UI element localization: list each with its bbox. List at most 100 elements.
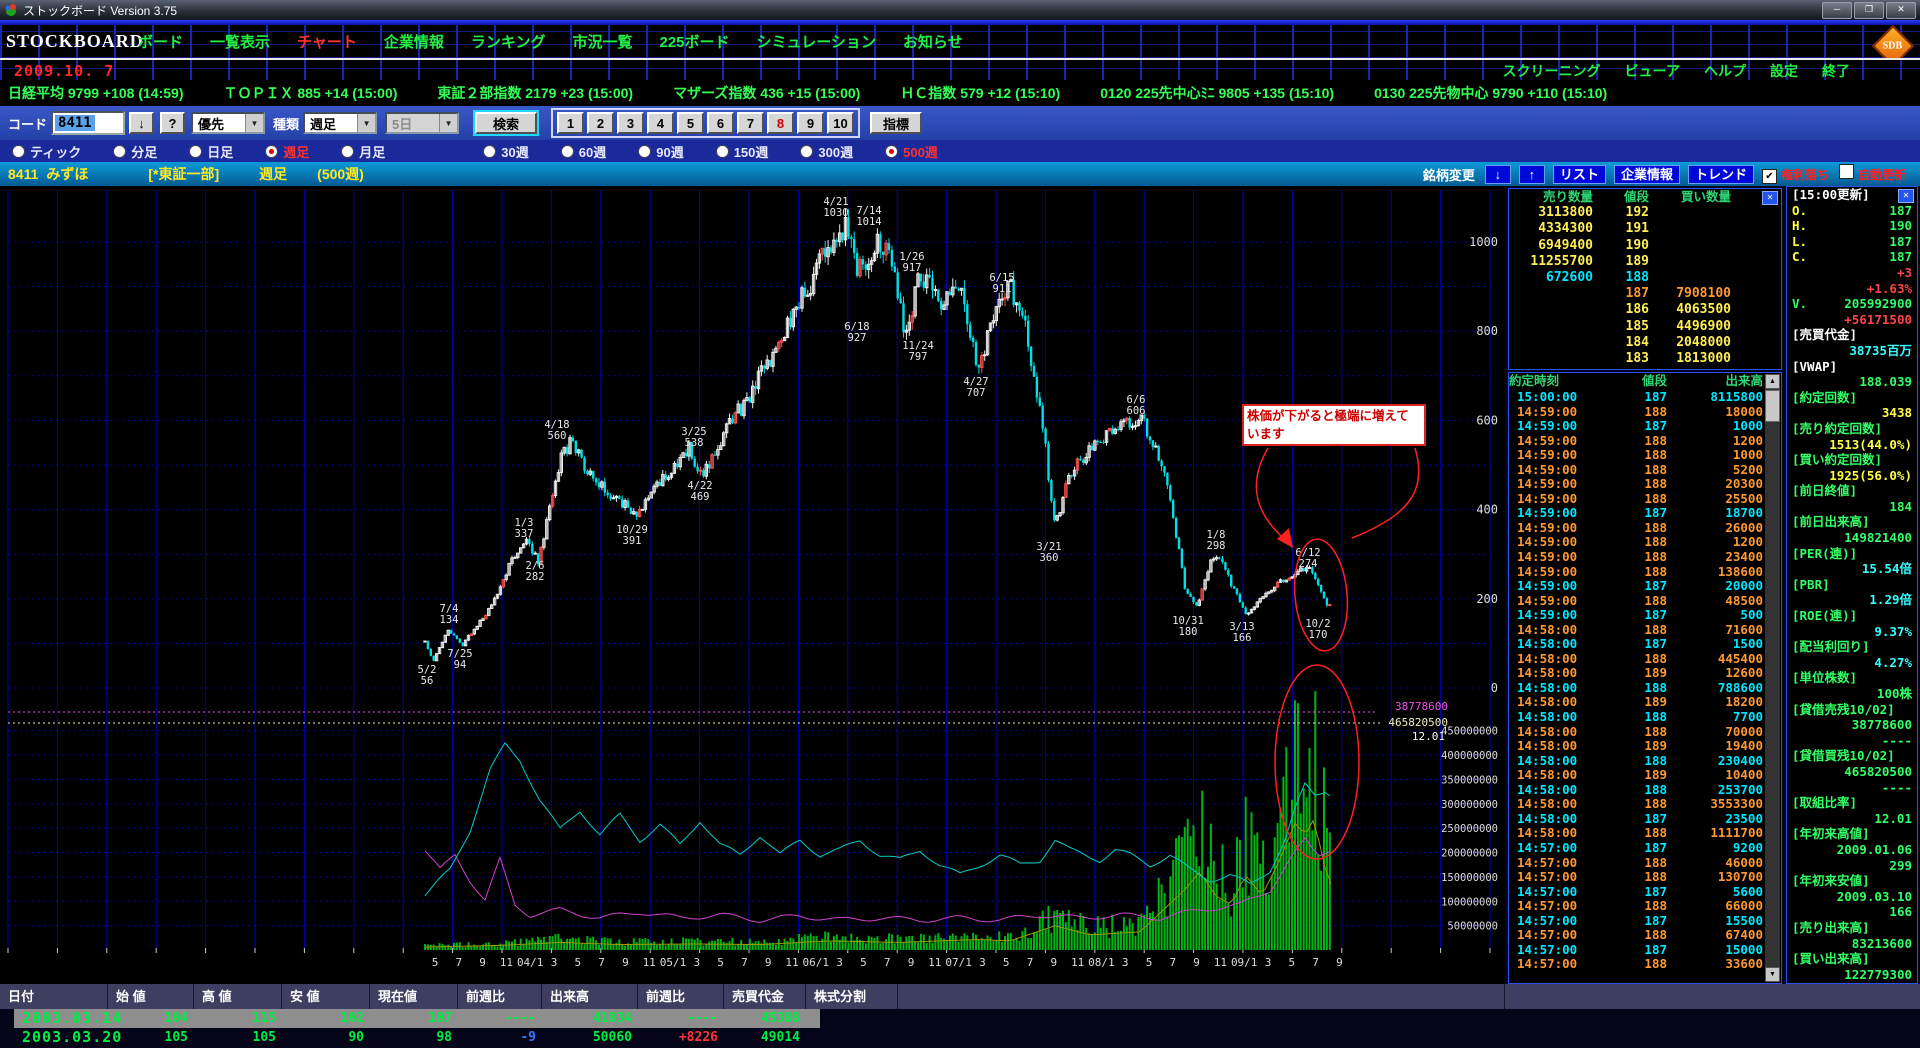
menu-item-screening[interactable]: スクリーニング <box>1503 61 1601 81</box>
tick-volume: 66000 <box>1667 899 1763 914</box>
chart-slot-button-7[interactable]: 7 <box>737 112 764 134</box>
period-radio-tick[interactable]: ティック <box>12 142 81 161</box>
search-button[interactable]: 検索 <box>475 112 537 134</box>
period-label: 300週 <box>818 142 853 161</box>
menu-item-chart[interactable]: チャート <box>297 31 357 52</box>
list-button[interactable]: リスト <box>1553 165 1606 184</box>
period-radio-w300[interactable]: 300週 <box>800 142 853 161</box>
trend-button[interactable]: トレンド <box>1688 165 1754 184</box>
chart-slot-button-6[interactable]: 6 <box>707 112 734 134</box>
priority-select[interactable]: 優先 ▼ <box>191 112 265 134</box>
stat-line-16: 1513(44.0%) <box>1787 437 1917 453</box>
stat-line-2: H.190 <box>1787 218 1917 234</box>
chart-slot-button-2[interactable]: 2 <box>587 112 614 134</box>
ask-price: 189 <box>1595 254 1665 270</box>
code-input[interactable]: 8411 <box>51 111 125 135</box>
tick-time: 14:58:00 <box>1509 637 1601 652</box>
scroll-down-icon[interactable]: ▼ <box>1765 967 1780 982</box>
chart-slot-button-5[interactable]: 5 <box>677 112 704 134</box>
tick-price: 188 <box>1601 448 1667 463</box>
svg-text:2/6282: 2/6282 <box>526 560 545 583</box>
ask-qty: 6949400 <box>1509 238 1595 254</box>
svg-text:800: 800 <box>1476 324 1498 338</box>
svg-text:400000000: 400000000 <box>1441 750 1498 762</box>
menu-item-help[interactable]: ヘルプ <box>1704 61 1746 81</box>
auto-update-checkbox[interactable] <box>1839 164 1854 179</box>
index-ticker: 日経平均 9799 +108 (14:59)ＴＯＰＩＸ 885 +14 (15:… <box>0 80 1920 106</box>
menu-item-settings[interactable]: 設定 <box>1770 61 1798 81</box>
column-header: 日付 <box>0 984 108 1009</box>
indicator-button[interactable]: 指標 <box>870 112 922 134</box>
main-area: 1000800600400200045000000040000000035000… <box>0 186 1920 984</box>
chart-slot-button-1[interactable]: 1 <box>557 112 584 134</box>
stat-value: 83213600 <box>1852 936 1912 952</box>
close-icon[interactable]: ✕ <box>1762 191 1778 205</box>
chart-slot-button-3[interactable]: 3 <box>617 112 644 134</box>
radio-icon <box>341 145 354 158</box>
tick-row: 14:59:0018823400 <box>1509 550 1781 565</box>
svg-text:7: 7 <box>1312 956 1319 969</box>
tick-scrollbar[interactable]: ▲ ▼ <box>1765 374 1780 982</box>
table-cell: 105 <box>208 1028 296 1047</box>
period-radio-w30[interactable]: 30週 <box>483 142 528 161</box>
number-buttons: 12345678910 <box>551 108 860 138</box>
svg-text:4/18560: 4/18560 <box>544 419 569 442</box>
tick-price: 188 <box>1601 623 1667 638</box>
chart-slot-button-10[interactable]: 10 <box>827 112 854 134</box>
tick-time: 14:59:00 <box>1509 492 1601 507</box>
company-info-button[interactable]: 企業情報 <box>1614 165 1680 184</box>
tick-time: 14:59:00 <box>1509 521 1601 536</box>
maximize-button[interactable]: ❐ <box>1854 2 1884 19</box>
symbol-down-button[interactable]: ↓ <box>1485 165 1511 184</box>
tick-time: 14:59:00 <box>1509 419 1601 434</box>
period-select[interactable]: 週足 ▼ <box>303 112 377 134</box>
period-radio-w150[interactable]: 150週 <box>716 142 769 161</box>
ask-price: 190 <box>1595 238 1665 254</box>
period-radio-minute[interactable]: 分足 <box>113 142 157 161</box>
close-button[interactable]: ✕ <box>1886 2 1916 19</box>
svg-text:11: 11 <box>1214 956 1227 969</box>
chart-slot-button-8[interactable]: 8 <box>767 112 794 134</box>
svg-text:11: 11 <box>928 956 941 969</box>
period-radio-monthly[interactable]: 月足 <box>341 142 385 161</box>
period-radio-weekly[interactable]: 週足 <box>265 142 309 161</box>
tick-price: 188 <box>1601 710 1667 725</box>
ex-rights-checkbox[interactable]: ✔ <box>1762 169 1777 184</box>
order-book-body: 売り数量値段買い数量311380019243343001916949400190… <box>1509 189 1781 367</box>
tick-row: 14:59:00188138600 <box>1509 565 1781 580</box>
table-row[interactable]: 2003.03.201051059098-950060+822649014 <box>0 1028 1920 1047</box>
period-radio-w500[interactable]: 500週 <box>885 142 938 161</box>
stat-line-8: +56171500 <box>1787 312 1917 328</box>
symbol-up-button[interactable]: ↑ <box>1519 165 1545 184</box>
period-radio-w90[interactable]: 90週 <box>638 142 683 161</box>
svg-text:07/1: 07/1 <box>945 956 972 969</box>
scroll-thumb[interactable] <box>1765 390 1780 422</box>
menu-item-viewer[interactable]: ビューア <box>1625 61 1680 81</box>
chart-slot-button-9[interactable]: 9 <box>797 112 824 134</box>
close-icon[interactable]: ✕ <box>1898 189 1914 203</box>
menu-item-simulation[interactable]: シミュレーション <box>757 31 876 52</box>
chart-slot-button-4[interactable]: 4 <box>647 112 674 134</box>
menu-item-market-overview[interactable]: 市況一覧 <box>572 31 632 52</box>
tick-volume: 230400 <box>1667 754 1763 769</box>
menu-item-225-board[interactable]: 225ボード <box>659 31 729 52</box>
svg-text:12.01: 12.01 <box>1412 730 1445 743</box>
menu-item-news[interactable]: お知らせ <box>903 31 963 52</box>
menu-item-exit[interactable]: 終了 <box>1822 61 1850 81</box>
period-radio-w60[interactable]: 60週 <box>561 142 606 161</box>
radio-icon <box>561 145 574 158</box>
menu-item-company-info[interactable]: 企業情報 <box>384 31 444 52</box>
menu-item-board[interactable]: ボード <box>138 31 183 52</box>
price-chart[interactable]: 1000800600400200045000000040000000035000… <box>0 186 1505 984</box>
help-button[interactable]: ? <box>160 112 185 134</box>
table-row[interactable]: 2003.03.14104115102107----41834----45388 <box>0 1009 1920 1028</box>
menu-item-ranking[interactable]: ランキング <box>471 31 546 52</box>
tick-time: 14:57:00 <box>1509 943 1601 958</box>
tick-time: 14:58:00 <box>1509 739 1601 754</box>
menu-item-list-view[interactable]: 一覧表示 <box>210 31 270 52</box>
period-radio-daily[interactable]: 日足 <box>189 142 233 161</box>
change-symbol-button[interactable]: 銘柄変更 <box>1423 165 1475 184</box>
scroll-up-icon[interactable]: ▲ <box>1765 374 1780 389</box>
minimize-button[interactable]: ─ <box>1822 2 1852 19</box>
code-down-button[interactable]: ↓ <box>129 112 154 134</box>
